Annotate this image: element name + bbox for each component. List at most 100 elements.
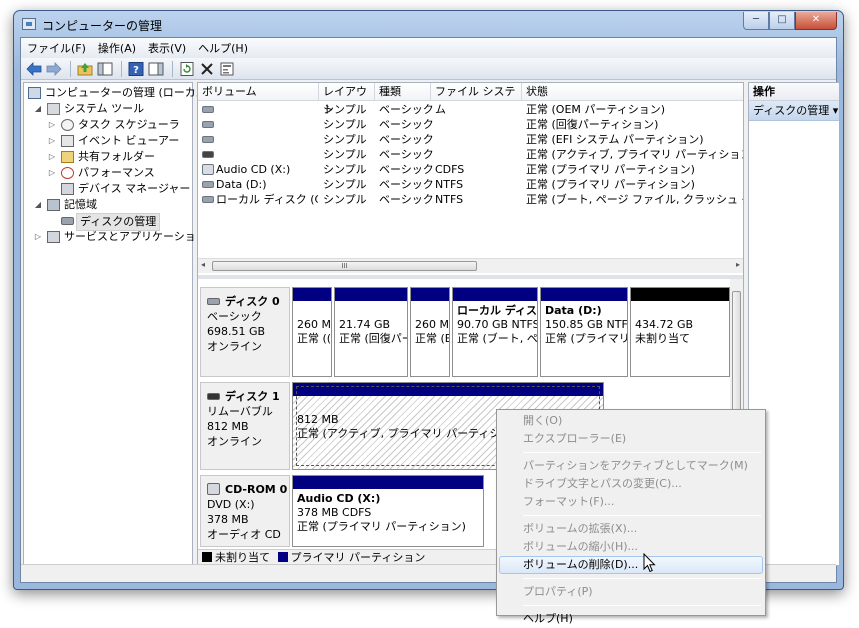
disk1-label[interactable]: ディスク 1 リムーバブル 812 MB オンライン bbox=[200, 382, 290, 470]
volume-row[interactable]: シンプル ベーシック 正常 (OEM パーティション) bbox=[198, 102, 743, 117]
tree-node-task-scheduler[interactable]: ▷ タスク スケジューラ bbox=[24, 117, 192, 133]
cell-fs: NTFS bbox=[435, 193, 464, 206]
tree-label: システム ツール bbox=[64, 102, 145, 115]
scrollbar-thumb[interactable]: III bbox=[212, 261, 477, 271]
expand-arrow-icon[interactable]: ▷ bbox=[48, 117, 56, 133]
volume-list: ボリューム レイアウト 種類 ファイル システム 状態 シンプル ベーシック 正常 … bbox=[198, 83, 743, 273]
up-folder-icon[interactable] bbox=[76, 60, 94, 78]
column-type[interactable]: 種類 bbox=[375, 83, 431, 101]
tree-node-services-apps[interactable]: ▷ サービスとアプリケーション bbox=[24, 229, 207, 245]
disk0-unallocated[interactable]: 434.72 GB 未割り当て bbox=[630, 287, 730, 377]
cell-layout: シンプル bbox=[323, 118, 367, 131]
disk0-partition-d[interactable]: Data (D:) 150.85 GB NTFS 正常 (プライマリ . bbox=[540, 287, 628, 377]
tree-node-performance[interactable]: ▷ パフォーマンス bbox=[24, 165, 192, 181]
properties-icon[interactable] bbox=[218, 60, 236, 78]
partition-size: 260 MI bbox=[415, 318, 450, 331]
volume-row[interactable]: シンプル ベーシック 正常 (アクティブ, プライマリ パーティション) bbox=[198, 147, 743, 162]
disk0-partition-2[interactable]: 21.74 GB 正常 (回復パー bbox=[334, 287, 408, 377]
volume-icon bbox=[202, 196, 214, 203]
back-icon[interactable] bbox=[25, 60, 43, 78]
disk1-size: 812 MB bbox=[207, 420, 249, 433]
tree-node-storage[interactable]: ◢ 記憶域 bbox=[24, 197, 192, 213]
cell-name: ローカル ディスク (C:) bbox=[216, 193, 318, 206]
menu-help[interactable]: ヘルプ(H) bbox=[192, 40, 254, 56]
system-tools-icon bbox=[47, 103, 60, 115]
cell-type: ベーシック bbox=[379, 163, 433, 176]
menu-help[interactable]: ヘルプ(H) bbox=[499, 610, 763, 628]
disk0-partition-c[interactable]: ローカル ディス( 90.70 GB NTFS 正常 (ブート, ペ- bbox=[452, 287, 538, 377]
expand-arrow-icon[interactable]: ▷ bbox=[48, 165, 56, 181]
menu-file[interactable]: ファイル(F) bbox=[21, 40, 92, 56]
column-volume[interactable]: ボリューム bbox=[198, 83, 319, 101]
cdrom0-partition[interactable]: Audio CD (X:) 378 MB CDFS 正常 (プライマリ パーティ… bbox=[292, 475, 484, 547]
delete-icon[interactable] bbox=[198, 60, 216, 78]
scroll-right-icon[interactable]: ▸ bbox=[736, 260, 740, 269]
minimize-button[interactable]: ─ bbox=[743, 12, 769, 30]
volume-row[interactable]: Audio CD (X:) シンプル ベーシック CDFS 正常 (プライマリ パーティ… bbox=[198, 162, 743, 177]
tree-node-shared-folders[interactable]: ▷ 共有フォルダー bbox=[24, 149, 192, 165]
menu-extend-volume[interactable]: ボリュームの拡張(X)... bbox=[499, 520, 763, 538]
menu-change-drive-letter[interactable]: ドライブ文字とパスの変更(C)... bbox=[499, 475, 763, 493]
column-status[interactable]: 状態 bbox=[522, 83, 745, 101]
expand-arrow-icon[interactable]: ▷ bbox=[34, 229, 42, 245]
maximize-button[interactable]: □ bbox=[769, 12, 795, 30]
volume-row[interactable]: シンプル ベーシック 正常 (EFI システム パーティション) bbox=[198, 132, 743, 147]
menu-properties[interactable]: プロパティ(P) bbox=[499, 583, 763, 601]
menu-explore[interactable]: エクスプローラー(E) bbox=[499, 430, 763, 448]
menu-view[interactable]: 表示(V) bbox=[142, 40, 192, 56]
column-filesystem[interactable]: ファイル システム bbox=[431, 83, 522, 116]
toolbar-separator bbox=[172, 60, 173, 77]
menu-bar: ファイル(F) 操作(A) 表示(V) ヘルプ(H) bbox=[21, 38, 836, 58]
scroll-left-icon[interactable]: ◂ bbox=[201, 260, 205, 269]
shared-folder-icon bbox=[61, 151, 74, 163]
volume-icon bbox=[202, 136, 214, 143]
collapse-arrow-icon[interactable]: ◢ bbox=[34, 197, 42, 213]
disk1-state: オンライン bbox=[207, 435, 262, 448]
tree-node-device-manager[interactable]: デバイス マネージャー bbox=[24, 181, 192, 197]
show-hide-action-pane-icon[interactable] bbox=[147, 60, 165, 78]
toolbar-separator bbox=[121, 60, 122, 77]
help-icon[interactable]: ? bbox=[127, 60, 145, 78]
menu-format[interactable]: フォーマット(F)... bbox=[499, 493, 763, 511]
disk0-state: オンライン bbox=[207, 340, 262, 353]
title-bar[interactable]: コンピューターの管理 ─ □ ✕ bbox=[14, 11, 843, 37]
disk0-partition-1[interactable]: 260 MI 正常 (( bbox=[292, 287, 332, 377]
disk0-partition-3[interactable]: 260 MI 正常 (E bbox=[410, 287, 450, 377]
column-layout[interactable]: レイアウト bbox=[319, 83, 375, 116]
tree-node-event-viewer[interactable]: ▷ イベント ビューアー bbox=[24, 133, 192, 149]
tree-label: タスク スケジューラ bbox=[78, 118, 180, 131]
partition-status: 正常 (プライマリ . bbox=[545, 332, 628, 345]
expand-arrow-icon[interactable]: ▷ bbox=[48, 133, 56, 149]
volume-icon bbox=[202, 121, 214, 128]
volume-row[interactable]: ローカル ディスク (C:) シンプルベーシックNTFS 正常 (ブート, ページ … bbox=[198, 192, 743, 207]
expand-arrow-icon[interactable]: ▷ bbox=[48, 149, 56, 165]
disk0-label[interactable]: ディスク 0 ベーシック 698.51 GB オンライン bbox=[200, 287, 290, 377]
partition-title: ローカル ディス( bbox=[457, 304, 538, 317]
volume-row[interactable]: シンプル ベーシック 正常 (回復パーティション) bbox=[198, 117, 743, 132]
caption-buttons: ─ □ ✕ bbox=[743, 12, 837, 30]
disk-management-icon bbox=[61, 217, 74, 225]
menu-open[interactable]: 開く(O) bbox=[499, 412, 763, 430]
tree-node-disk-management[interactable]: ディスクの管理 bbox=[24, 213, 192, 231]
tree-node-system-tools[interactable]: ◢ システム ツール bbox=[24, 101, 192, 117]
cdrom0-label[interactable]: CD-ROM 0 DVD (X:) 378 MB オーディオ CD bbox=[200, 475, 290, 547]
menu-action[interactable]: 操作(A) bbox=[92, 40, 142, 56]
close-button[interactable]: ✕ bbox=[795, 12, 837, 30]
horizontal-scrollbar[interactable]: ◂ III ▸ bbox=[198, 258, 743, 273]
forward-icon[interactable] bbox=[45, 60, 63, 78]
toolbar: ? bbox=[21, 58, 836, 80]
legend-primary: プライマリ パーティション bbox=[290, 551, 426, 564]
show-hide-tree-icon[interactable] bbox=[96, 60, 114, 78]
tree-node-root[interactable]: コンピューターの管理 (ローカル) bbox=[24, 85, 211, 101]
menu-mark-active[interactable]: パーティションをアクティブとしてマーク(M) bbox=[499, 457, 763, 475]
actions-disk-management[interactable]: ディスクの管理 ▾ bbox=[749, 101, 839, 121]
refresh-icon[interactable] bbox=[178, 60, 196, 78]
menu-shrink-volume[interactable]: ボリュームの縮小(H)... bbox=[499, 538, 763, 556]
collapse-arrow-icon[interactable]: ◢ bbox=[34, 101, 42, 117]
menu-delete-volume[interactable]: ボリュームの削除(D)... bbox=[499, 556, 763, 574]
cell-type: ベーシック bbox=[379, 178, 433, 191]
volume-row[interactable]: Data (D:) シンプル ベーシック NTFS 正常 (プライマリ パーティション) bbox=[198, 177, 743, 192]
tree-label: パフォーマンス bbox=[78, 166, 155, 179]
performance-icon bbox=[61, 167, 74, 179]
cell-status: 正常 (EFI システム パーティション) bbox=[526, 133, 704, 146]
